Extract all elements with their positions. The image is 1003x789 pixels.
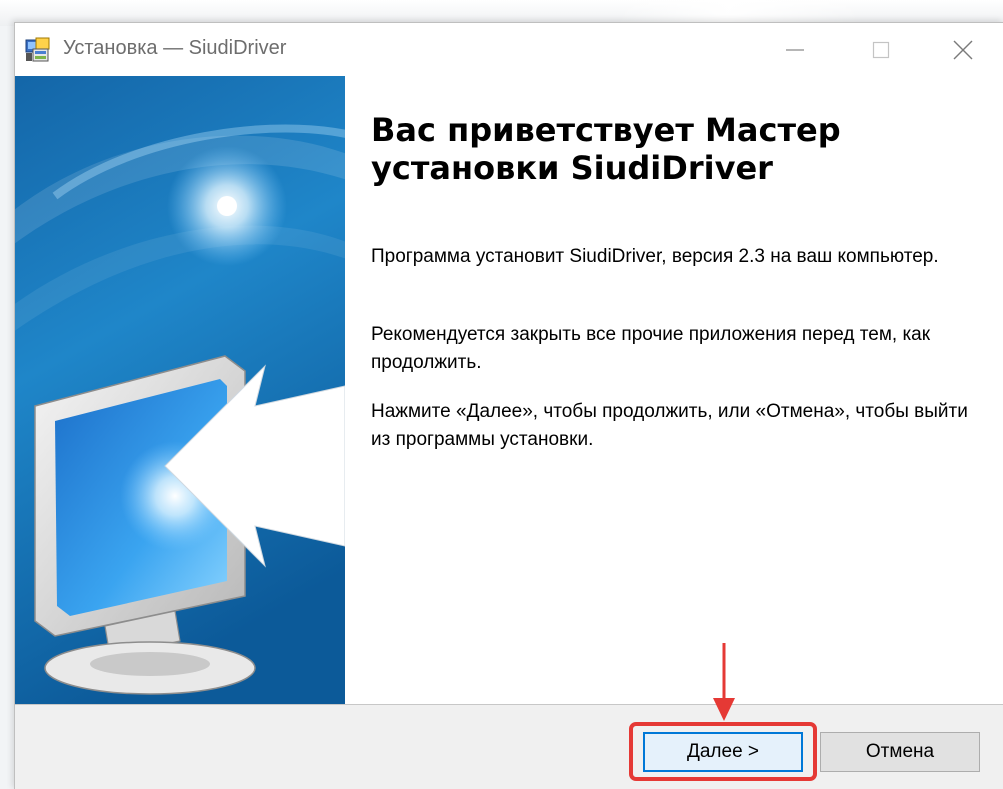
screen: Установка — SiudiDriver Вас приветствует… bbox=[0, 0, 1003, 789]
monitor-wizard-graphic bbox=[15, 76, 345, 704]
wizard-content: Вас приветствует Мастер установки SiudiD… bbox=[345, 76, 1003, 704]
minimize-icon bbox=[786, 48, 804, 51]
title-bar[interactable]: Установка — SiudiDriver bbox=[15, 23, 1003, 76]
close-button[interactable] bbox=[933, 23, 993, 76]
maximize-button[interactable] bbox=[851, 23, 911, 76]
close-icon bbox=[953, 40, 973, 59]
installer-icon bbox=[25, 37, 50, 62]
window-title: Установка — SiudiDriver bbox=[63, 37, 287, 59]
wizard-side-image bbox=[15, 76, 345, 704]
wizard-heading: Вас приветствует Мастер установки SiudiD… bbox=[371, 111, 841, 187]
button-bar: Далее > Отмена bbox=[15, 704, 1003, 789]
cancel-button[interactable]: Отмена bbox=[820, 732, 980, 772]
minimize-button[interactable] bbox=[765, 23, 825, 76]
next-button[interactable]: Далее > bbox=[643, 732, 803, 772]
wizard-text-3: Нажмите «Далее», чтобы продолжить, или «… bbox=[371, 401, 968, 450]
maximize-icon bbox=[872, 41, 890, 58]
wizard-text-2: Рекомендуется закрыть все прочие приложе… bbox=[371, 324, 931, 373]
installer-window: Установка — SiudiDriver Вас приветствует… bbox=[14, 22, 1003, 789]
wizard-text-1: Программа установит SiudiDriver, версия … bbox=[371, 246, 939, 267]
